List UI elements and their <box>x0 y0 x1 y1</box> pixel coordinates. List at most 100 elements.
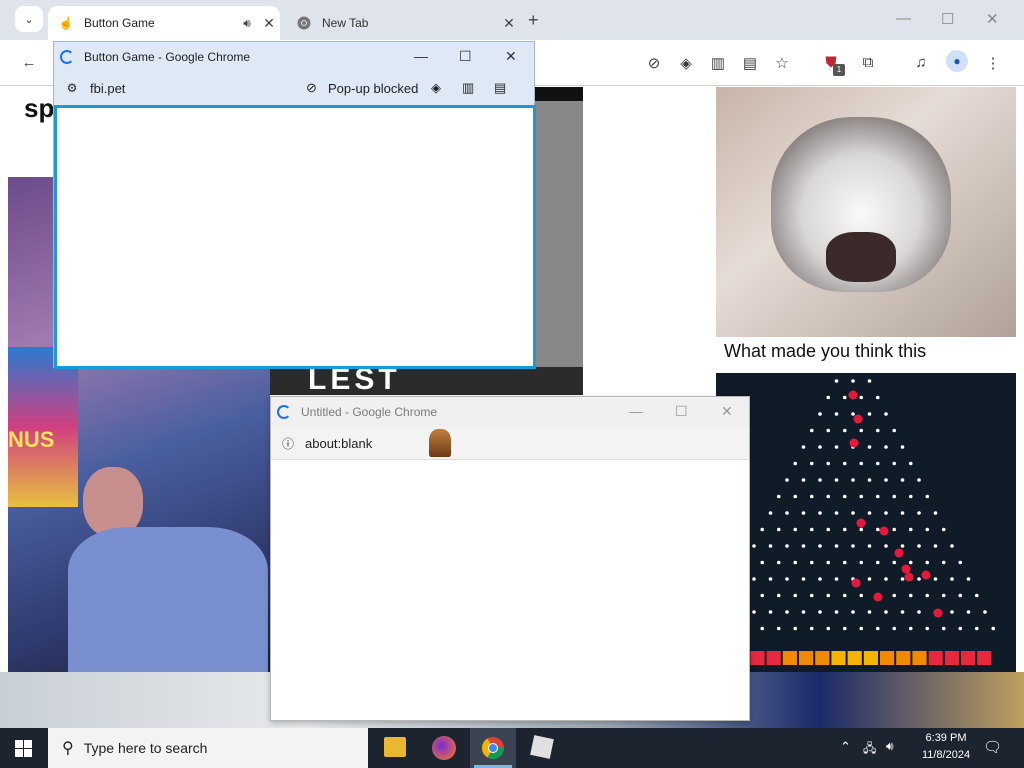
close-tab-icon[interactable]: ✕ <box>498 15 520 32</box>
plinko-peg <box>851 544 855 548</box>
plinko-ball <box>851 578 861 588</box>
back-arrow-icon[interactable]: ← <box>18 54 40 71</box>
roblox-icon[interactable] <box>530 735 554 759</box>
plinko-ball <box>921 570 931 580</box>
plinko-peg <box>818 544 822 548</box>
plinko-peg <box>809 560 814 565</box>
clock-date[interactable]: 11/8/2024 <box>914 749 978 761</box>
plinko-peg <box>884 511 888 515</box>
close-window-button[interactable]: ✕ <box>986 10 999 28</box>
tab-search-button[interactable]: ⌄ <box>15 6 43 32</box>
plinko-peg <box>834 511 839 515</box>
speaker-icon[interactable]: 🔊︎ <box>236 16 258 31</box>
popup-window-untitled: Untitled - Google Chrome — ☐ ✕ ⓘ about:b… <box>270 396 750 721</box>
plinko-peg <box>834 445 839 449</box>
plinko-peg <box>950 610 954 614</box>
plinko-peg <box>917 610 921 614</box>
piano-extension-icon[interactable]: ▥ <box>462 80 474 96</box>
info-icon[interactable]: ⓘ <box>271 435 305 452</box>
plinko-peg <box>941 560 946 565</box>
plinko-peg <box>768 511 773 515</box>
plinko-ball <box>853 414 863 424</box>
clock-time[interactable]: 6:39 PM <box>918 732 974 744</box>
clipboard-icon[interactable]: ▤ <box>739 54 761 72</box>
plinko-peg <box>793 593 798 598</box>
plinko-peg <box>884 544 888 548</box>
menu-dots-icon[interactable]: ⋮ <box>982 54 1004 72</box>
tab-new-tab[interactable]: New Tab ✕ <box>288 6 520 40</box>
maximize-button[interactable]: ☐ <box>459 48 472 65</box>
popup-page-content[interactable] <box>54 105 536 369</box>
plinko-peg <box>793 626 798 631</box>
puzzle-extensions-icon[interactable]: ⧉ <box>857 54 879 71</box>
maximize-button[interactable]: ☐ <box>675 403 688 420</box>
plinko-peg <box>818 610 822 614</box>
popup-address-bar: ⚙ fbi.pet ⊘ Pop-up blocked ◈ ▥ ▤ <box>54 73 534 103</box>
plinko-peg <box>842 461 847 466</box>
close-window-button[interactable]: ✕ <box>505 48 517 65</box>
plinko-peg <box>818 577 822 581</box>
plinko-peg <box>908 593 913 598</box>
plinko-peg <box>793 527 798 532</box>
site-info-icon[interactable]: ⚙ <box>54 81 90 95</box>
plinko-peg <box>925 494 930 499</box>
plinko-peg <box>818 412 822 416</box>
minimize-button[interactable]: — <box>896 10 911 27</box>
plinko-peg <box>900 610 905 614</box>
chrome-taskbar-button[interactable] <box>470 728 516 768</box>
network-icon[interactable]: 🖧︎ <box>863 739 876 760</box>
plinko-peg <box>842 395 847 400</box>
diamond-extension-icon[interactable]: ◈ <box>675 54 697 72</box>
plinko-peg <box>752 577 756 581</box>
plinko-peg <box>793 461 798 466</box>
popup-title: Untitled - Google Chrome <box>301 405 438 419</box>
plinko-peg <box>867 544 872 548</box>
media-controls-icon[interactable]: ♫ <box>910 54 932 71</box>
plinko-peg <box>900 445 905 449</box>
plinko-peg <box>842 428 847 433</box>
plinko-slot <box>766 651 781 665</box>
tab-button-game[interactable]: ☝ Button Game 🔊︎ ✕ <box>48 6 280 40</box>
clipboard-icon[interactable]: ▤ <box>494 80 506 96</box>
close-tab-icon[interactable]: ✕ <box>258 15 280 32</box>
plinko-peg <box>974 626 979 631</box>
camera-blocked-icon[interactable]: ⊘ <box>643 54 665 72</box>
piano-extension-icon[interactable]: ▥ <box>707 54 729 72</box>
popup-url[interactable]: about:blank <box>305 436 372 451</box>
plinko-peg <box>875 395 880 400</box>
close-window-button[interactable]: ✕ <box>721 403 733 420</box>
windows-start-icon[interactable] <box>15 740 32 757</box>
minimize-button[interactable]: — <box>414 48 428 64</box>
plinko-peg <box>826 527 831 532</box>
middle-sign: LEST <box>270 363 583 396</box>
plinko-peg <box>974 593 979 598</box>
plinko-pegs <box>718 379 996 665</box>
plinko-peg <box>809 461 814 466</box>
plinko-peg <box>851 511 855 515</box>
plinko-peg <box>867 379 872 383</box>
plinko-peg <box>867 445 872 449</box>
notifications-icon[interactable]: 🗨︎ <box>983 738 1002 756</box>
plinko-peg <box>776 593 781 598</box>
taskbar-search-box[interactable]: ⚲ Type here to search <box>48 728 368 768</box>
maximize-button[interactable]: ☐ <box>941 10 954 28</box>
shirt <box>68 527 268 672</box>
plinko-peg <box>809 527 814 532</box>
file-explorer-icon[interactable] <box>384 737 406 757</box>
plinko-peg <box>785 544 789 548</box>
plinko-peg <box>760 626 765 631</box>
new-tab-button[interactable]: + <box>528 10 539 31</box>
popup-blocked-label[interactable]: Pop-up blocked <box>328 81 418 96</box>
bookmark-star-icon[interactable]: ☆ <box>771 54 793 72</box>
plinko-peg <box>950 544 954 548</box>
popup-title: Button Game - Google Chrome <box>84 50 251 64</box>
volume-icon[interactable]: 🔊︎ <box>886 739 894 754</box>
diamond-extension-icon[interactable]: ◈ <box>431 80 441 96</box>
popup-blocked-icon[interactable]: ⊘ <box>306 80 317 96</box>
plinko-peg <box>884 412 888 416</box>
profile-avatar[interactable]: ● <box>946 50 968 72</box>
popup-url[interactable]: fbi.pet <box>90 81 125 96</box>
chevron-up-icon[interactable]: ⌃ <box>840 739 851 755</box>
firefox-icon[interactable] <box>432 736 456 760</box>
minimize-button[interactable]: — <box>629 403 643 419</box>
